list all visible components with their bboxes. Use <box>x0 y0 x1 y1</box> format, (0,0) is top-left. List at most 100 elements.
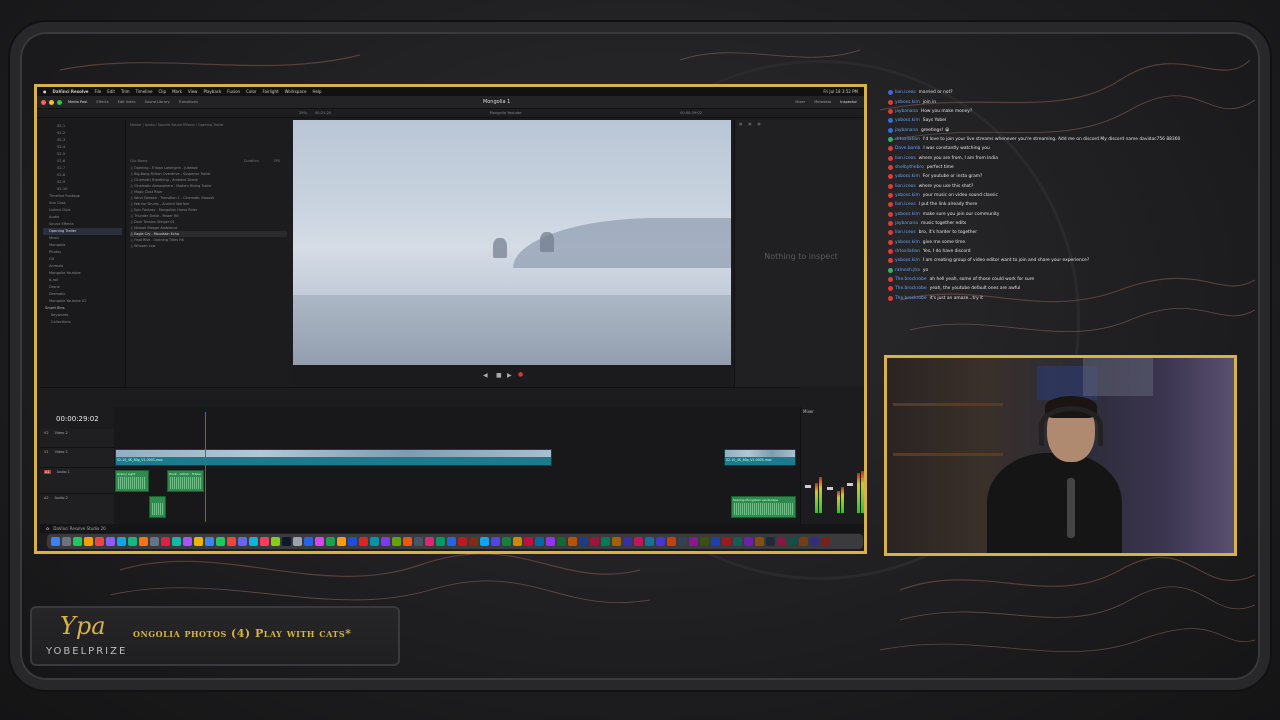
bin-item[interactable]: 02-9 <box>43 179 122 186</box>
dock-app-icon[interactable] <box>788 537 797 546</box>
channel-fader[interactable] <box>827 487 833 490</box>
menu-workspace[interactable]: Workspace <box>285 89 307 94</box>
dock-app-icon[interactable] <box>722 537 731 546</box>
dock-app-icon[interactable] <box>590 537 599 546</box>
dock-app-icon[interactable] <box>700 537 709 546</box>
dock-app-icon[interactable] <box>601 537 610 546</box>
bin-item[interactable]: 02-8 <box>43 172 122 179</box>
clip-row[interactable]: ♫ Whoosh Low <box>130 243 287 249</box>
audio-clip[interactable]: Hook - Action - Trailer <box>167 470 204 492</box>
dock-app-icon[interactable] <box>62 537 71 546</box>
menu-playback[interactable]: Playback <box>203 89 221 94</box>
close-icon[interactable] <box>41 99 46 105</box>
menu-app-name[interactable]: DaVinci Resolve <box>53 89 89 94</box>
dock-app-icon[interactable] <box>656 537 665 546</box>
record-icon[interactable]: ● <box>518 371 523 378</box>
menu-clip[interactable]: Clip <box>159 89 167 94</box>
zoom-level[interactable]: 29% <box>299 111 307 115</box>
audio-clip[interactable]: Soaring Mongolian Landscape <box>731 496 796 518</box>
inspector-tab[interactable]: ▦ <box>739 122 742 126</box>
dock-app-icon[interactable] <box>458 537 467 546</box>
bin-item[interactable]: Dramatic <box>43 291 122 298</box>
play-reverse-icon[interactable]: ◀ <box>483 372 488 379</box>
dock-app-icon[interactable] <box>557 537 566 546</box>
bin-item[interactable]: Audio <box>43 214 122 221</box>
dock-app-icon[interactable] <box>205 537 214 546</box>
menu-edit[interactable]: Edit <box>107 89 115 94</box>
dock-app-icon[interactable] <box>480 537 489 546</box>
dock-app-icon[interactable] <box>282 537 291 546</box>
bin-item[interactable]: 02-3 <box>43 137 122 144</box>
dock-app-icon[interactable] <box>469 537 478 546</box>
bin-item[interactable]: 02-10 <box>43 186 122 193</box>
track-header-a2[interactable]: A2 Audio 2 <box>40 494 114 525</box>
dock-app-icon[interactable] <box>172 537 181 546</box>
dock-app-icon[interactable] <box>326 537 335 546</box>
bin-item[interactable]: Mongolia Youtube 02 <box>43 298 122 305</box>
transitions-button[interactable]: Transitions <box>176 99 201 105</box>
audio-clip[interactable] <box>149 496 166 518</box>
bin-item[interactable]: 02-5 <box>43 151 122 158</box>
menu-view[interactable]: View <box>188 89 198 94</box>
smart-bin-item[interactable]: Keywords <box>43 312 122 319</box>
dock-app-icon[interactable] <box>304 537 313 546</box>
dock-app-icon[interactable] <box>161 537 170 546</box>
dock-app-icon[interactable] <box>128 537 137 546</box>
dock-app-icon[interactable] <box>359 537 368 546</box>
sound-library-button[interactable]: Sound Library <box>142 99 173 105</box>
bin-item[interactable]: Sound Effects <box>43 221 122 228</box>
video-clip[interactable]: 02-10_4K_60p_V1-0005.mov <box>724 449 796 466</box>
inspector-tab[interactable]: ▦ <box>757 122 760 126</box>
video-clip[interactable]: 02-10_4K_60p_V1-0003.mov <box>115 449 552 466</box>
dock-app-icon[interactable] <box>568 537 577 546</box>
dock-app-icon[interactable] <box>524 537 533 546</box>
dock-app-icon[interactable] <box>645 537 654 546</box>
bin-item[interactable]: Music <box>43 235 122 242</box>
effects-button[interactable]: Effects <box>93 99 111 105</box>
dock-app-icon[interactable] <box>491 537 500 546</box>
dock-app-icon[interactable] <box>513 537 522 546</box>
play-icon[interactable]: ▶ <box>507 372 512 379</box>
dock-app-icon[interactable] <box>227 537 236 546</box>
bin-item[interactable]: Animals <box>43 263 122 270</box>
menu-fusion[interactable]: Fusion <box>227 89 240 94</box>
col-duration[interactable]: Duration <box>244 159 270 165</box>
audio-clip[interactable]: Grainy Light <box>115 470 149 492</box>
menu-file[interactable]: File <box>95 89 102 94</box>
dock-app-icon[interactable] <box>293 537 302 546</box>
track-header-v1[interactable]: V1 Video 1 <box>40 448 114 468</box>
bin-item[interactable]: Sub Clips <box>43 200 122 207</box>
dock-app-icon[interactable] <box>678 537 687 546</box>
dock-app-icon[interactable] <box>238 537 247 546</box>
dock-app-icon[interactable] <box>711 537 720 546</box>
media-pool-button[interactable]: Media Pool <box>65 99 90 105</box>
dock-app-icon[interactable] <box>733 537 742 546</box>
dock-app-icon[interactable] <box>392 537 401 546</box>
dock-app-icon[interactable] <box>95 537 104 546</box>
dock-app-icon[interactable] <box>623 537 632 546</box>
dock-app-icon[interactable] <box>216 537 225 546</box>
dock-app-icon[interactable] <box>667 537 676 546</box>
dock-app-icon[interactable] <box>755 537 764 546</box>
dock-app-icon[interactable] <box>139 537 148 546</box>
bin-item[interactable]: Photos <box>43 249 122 256</box>
menu-trim[interactable]: Trim <box>121 89 130 94</box>
dock-app-icon[interactable] <box>51 537 60 546</box>
channel-fader[interactable] <box>847 483 853 486</box>
menu-clock[interactable]: Fri Jul 18 3:52 PM <box>823 89 858 94</box>
menu-help[interactable]: Help <box>312 89 321 94</box>
dock-app-icon[interactable] <box>546 537 555 546</box>
bin-item[interactable]: Opening Trailer <box>43 228 122 235</box>
dock-app-icon[interactable] <box>194 537 203 546</box>
bin-item[interactable]: 02-6 <box>43 158 122 165</box>
dock-app-icon[interactable] <box>502 537 511 546</box>
dock-app-icon[interactable] <box>744 537 753 546</box>
bin-item[interactable]: Gif <box>43 256 122 263</box>
dock-app-icon[interactable] <box>271 537 280 546</box>
inspector-tab[interactable]: ▦ <box>748 122 751 126</box>
playhead[interactable] <box>205 412 206 522</box>
dock-app-icon[interactable] <box>403 537 412 546</box>
bin-item[interactable]: Drone <box>43 284 122 291</box>
bin-item[interactable]: Timeline Footage <box>43 193 122 200</box>
bin-item[interactable]: Mongolia Youtube <box>43 270 122 277</box>
